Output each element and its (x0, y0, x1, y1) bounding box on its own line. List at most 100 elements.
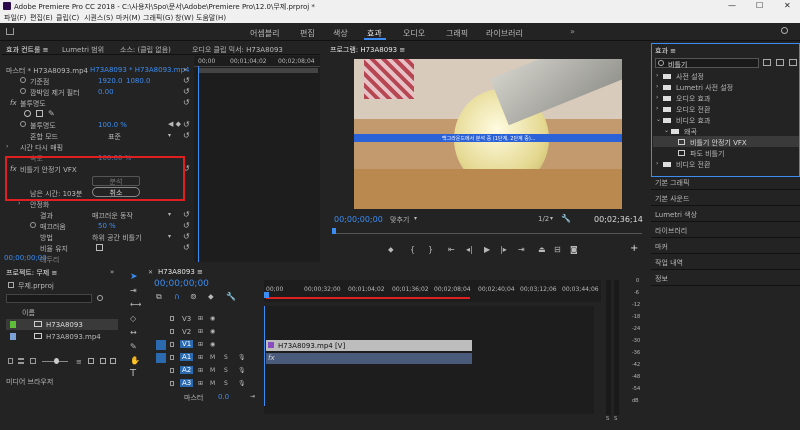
list-view-icon[interactable] (18, 358, 24, 364)
zoom-slider-thumb[interactable] (54, 358, 59, 364)
expand-arrow-icon[interactable]: › (18, 200, 20, 207)
reset-icon[interactable]: ↺ (183, 87, 190, 96)
expand-arrow-icon[interactable]: › (656, 83, 658, 90)
program-timecode[interactable]: 00;00;00;00 (334, 215, 383, 224)
tab-audio-clip-mixer[interactable]: 오디오 클립 믹서: H73A8093 (192, 45, 283, 55)
program-title[interactable]: 프로그램: H73A8093 ≡ (330, 45, 405, 55)
timeline-settings-icon[interactable]: 🔧 (226, 292, 236, 301)
lock-icon[interactable] (170, 316, 174, 321)
workspace-tab-assembly[interactable]: 어셈블리 (250, 28, 279, 39)
chevron-down-icon[interactable]: ▾ (550, 215, 553, 222)
track-v3-label[interactable]: V3 (182, 315, 191, 323)
rect-mask-icon[interactable] (36, 110, 43, 117)
effects-item-lumetri-presets[interactable]: Lumetri 사전 설정 (676, 83, 733, 93)
effects-title[interactable]: 효과 ≡ (655, 46, 676, 56)
timeline-playhead[interactable] (264, 306, 265, 406)
menu-edit[interactable]: 편집(E) (30, 13, 53, 23)
sync-lock-icon[interactable]: ⊞ (198, 380, 203, 387)
expand-arrow-icon[interactable]: › (656, 94, 658, 101)
delete-icon[interactable] (110, 358, 116, 364)
program-playhead[interactable] (332, 228, 336, 234)
workspace-tab-edit[interactable]: 편집 (300, 28, 315, 39)
step-forward-icon[interactable]: |▸ (500, 245, 507, 254)
mute-button[interactable]: M (210, 354, 215, 361)
add-marker-icon[interactable]: ⬥ (388, 245, 394, 255)
mute-button[interactable]: M (210, 367, 215, 374)
effects-item-video-effects[interactable]: 비디오 효과 (676, 116, 710, 126)
go-to-out-icon[interactable]: ⇥ (518, 245, 525, 254)
project-item-sequence[interactable]: H73A8093 (46, 321, 83, 329)
icon-view-icon[interactable] (30, 358, 36, 364)
expand-arrow-icon[interactable]: › (6, 143, 8, 150)
lift-icon[interactable]: ⏏ (538, 245, 546, 254)
sync-lock-icon[interactable]: ⊞ (198, 367, 203, 374)
project-item-clip[interactable]: H73A8093.mp4 (46, 333, 101, 341)
mute-button[interactable]: M (210, 380, 215, 387)
track-a2-label[interactable]: A2 (180, 366, 194, 374)
label-color-swatch[interactable] (10, 333, 16, 340)
mark-out-icon[interactable]: } (428, 245, 433, 254)
meter-solo-left[interactable]: S (606, 416, 609, 422)
ec-playhead[interactable] (198, 66, 199, 262)
prop-blend-value[interactable]: 표준 (108, 132, 121, 142)
track-select-tool-icon[interactable]: ⇥ (130, 286, 137, 295)
lock-icon[interactable] (8, 358, 13, 364)
effects-item-video-transitions[interactable]: 비디오 전환 (676, 160, 710, 170)
microphone-icon[interactable]: 🎙 (238, 354, 246, 361)
meter-solo-right[interactable]: S (614, 416, 617, 422)
fit-dropdown[interactable]: 맞추기 (390, 215, 409, 225)
lock-icon[interactable] (170, 355, 174, 360)
panel-history[interactable]: 작업 내역 (655, 258, 683, 268)
mark-in-icon[interactable]: { (410, 245, 415, 254)
prop-opacity-value[interactable]: 100.0 % (98, 121, 127, 129)
yuv-icon[interactable] (789, 59, 797, 66)
sync-lock-icon[interactable]: ⊞ (198, 341, 203, 348)
linked-selection-icon[interactable]: ⊚ (190, 292, 197, 301)
add-button-icon[interactable]: + (630, 243, 638, 254)
ratio-checkbox[interactable] (96, 244, 103, 251)
ellipse-mask-icon[interactable] (24, 110, 31, 117)
panel-libraries[interactable]: 라이브러리 (655, 226, 687, 236)
timeline-timecode[interactable]: 00;00;00;00 (154, 279, 209, 289)
overflow-icon[interactable]: » (570, 27, 575, 36)
chevron-down-icon[interactable]: ▾ (168, 132, 171, 139)
microphone-icon[interactable]: 🎙 (238, 367, 246, 374)
snap-icon[interactable]: ∩ (174, 292, 180, 301)
reset-icon[interactable]: ↺ (183, 98, 190, 107)
go-to-end-icon[interactable]: ⇥ (250, 393, 255, 400)
razor-tool-icon[interactable]: ◇ (130, 314, 136, 323)
media-browser-tab[interactable]: 미디어 브라우저 (6, 377, 53, 387)
timeline-tab[interactable]: H73A8093 ≡ (158, 268, 203, 276)
effects-item-wave-warp[interactable]: 파도 비틀기 (690, 149, 724, 159)
step-back-icon[interactable]: ◂| (466, 245, 473, 254)
source-patch-a1[interactable] (156, 353, 166, 363)
maximize-button[interactable]: ☐ (756, 1, 763, 10)
search-icon[interactable] (781, 27, 788, 34)
selection-tool-icon[interactable]: ➤ (130, 272, 138, 282)
sync-lock-icon[interactable]: ⊞ (198, 328, 203, 335)
prop-flicker-value[interactable]: 0.00 (98, 88, 114, 96)
ec-timecode[interactable]: 00;00;00;00 (4, 254, 47, 262)
export-frame-icon[interactable]: ◙ (570, 245, 578, 254)
workspace-tab-color[interactable]: 색상 (333, 28, 348, 39)
expand-arrow-icon[interactable]: › (656, 105, 658, 112)
lock-icon[interactable] (170, 342, 174, 347)
quality-dropdown[interactable]: 1/2 (538, 215, 549, 223)
panel-essential-sound[interactable]: 기본 사운드 (655, 194, 689, 204)
ripple-edit-tool-icon[interactable]: ⟷ (130, 300, 141, 309)
tab-source[interactable]: 소스: (클립 없음) (120, 45, 171, 55)
effects-item-presets[interactable]: 사전 설정 (676, 72, 704, 82)
stopwatch-icon[interactable] (20, 88, 26, 94)
effects-item-audio-transitions[interactable]: 오디오 전환 (676, 105, 710, 115)
reset-icon[interactable]: ↺ (183, 76, 190, 85)
reset-icon[interactable]: ↺ (183, 243, 190, 252)
expand-arrow-icon[interactable]: › (656, 72, 658, 79)
program-scrub-bar[interactable] (332, 228, 642, 234)
solo-button[interactable]: S (224, 367, 228, 374)
eye-icon[interactable]: ◉ (210, 341, 215, 348)
effects-item-audio-effects[interactable]: 오디오 효과 (676, 94, 710, 104)
overflow-icon[interactable]: » (110, 268, 114, 276)
chevron-down-icon[interactable]: ▾ (168, 211, 171, 218)
sync-lock-icon[interactable]: ⊞ (198, 315, 203, 322)
video-clip-v1[interactable]: H73A8093.mp4 [V] (266, 340, 472, 351)
